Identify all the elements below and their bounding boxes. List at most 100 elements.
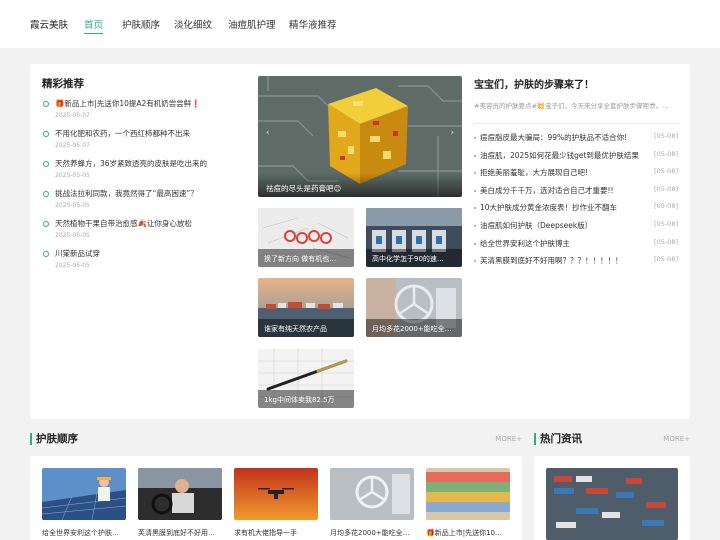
accent-bar xyxy=(30,433,32,445)
guide-list: 痘痘脂皮最大骗局：99%的护肤品不适合你! [05-08] 油痘肌，2025如何花… xyxy=(474,132,680,273)
item-title[interactable]: 给全世界安利这个护肤博主 xyxy=(480,239,570,248)
banknotes-image xyxy=(426,468,510,520)
solar-worker-image xyxy=(42,468,126,520)
bullet-icon xyxy=(43,221,49,227)
site-logo[interactable]: 霞云美肤 xyxy=(30,17,68,31)
list-item[interactable]: 给全世界安利这个护肤博主 [05-08] xyxy=(474,238,680,256)
container-port-image xyxy=(546,468,678,540)
list-item[interactable]: 10大护肤成分黄金浓度表！抄作业不翻车 [05-08] xyxy=(474,202,680,220)
item-title[interactable]: 天然养蜂方，36岁紧致透亮的皮肤是吃出来的 xyxy=(55,158,242,169)
item-title[interactable]: 挑战法拉利同款，我竟然得了“最高困速”？ xyxy=(55,188,242,199)
list-item[interactable]: 油痘肌，2025如何花最少钱get到最优护肤结果 [05-08] xyxy=(474,150,680,168)
divider xyxy=(474,123,680,124)
list-item[interactable]: 美白成分千千万，选对适合自己才重要!! [05-08] xyxy=(474,185,680,203)
section-title: 护肤顺序 xyxy=(36,433,78,445)
section-title: 热门资讯 xyxy=(540,433,582,445)
bullet-icon xyxy=(43,161,49,167)
bottom-caption[interactable]: 芙清黑膜到底好不好用… xyxy=(138,528,224,538)
section-header-hot-news: 热门资讯 MORE+ xyxy=(534,430,690,448)
list-item[interactable]: 🎁新品上市|先送你10提A2有机奶尝尝鲜❗ 2025-05-07 xyxy=(42,98,242,128)
thumb-card[interactable]: 谁家有纯天然农产品 xyxy=(258,278,354,337)
featured-title: 精彩推荐 xyxy=(42,78,84,90)
top-navigation: 霞云美肤 首页 护肤顺序 淡化细纹 油痘肌护理 精华液推荐 xyxy=(0,0,720,48)
item-date: 2025-05-07 xyxy=(55,142,90,149)
item-title[interactable]: 痘痘脂皮最大骗局：99%的护肤品不适合你! xyxy=(480,133,627,142)
bottom-caption[interactable]: 月均多花2000+能吃全… xyxy=(330,528,416,538)
nav-serum[interactable]: 精华液推荐 xyxy=(289,17,337,31)
drone-sunset-image xyxy=(234,468,318,520)
thumb-caption: 高中化学怎于90的速… xyxy=(366,249,462,267)
thumb-card[interactable]: 换了新方向 做有机也… xyxy=(258,208,354,267)
guide-title[interactable]: 宝宝们，护肤的步骤来了！ xyxy=(474,76,680,91)
list-item[interactable]: 芙清黑膜到底好不好用啊？？？！！！！！ [05-08] xyxy=(474,255,680,273)
nav-home[interactable]: 首页 xyxy=(84,17,104,34)
bottom-thumb[interactable] xyxy=(234,468,318,520)
item-date: [05-08] xyxy=(654,149,678,158)
thumb-card[interactable]: 1kg中间体卖我82.5万 xyxy=(258,349,354,408)
item-date: 2025-05-05 xyxy=(55,262,90,269)
item-date: [05-08] xyxy=(654,167,678,176)
item-title[interactable]: 10大护肤成分黄金浓度表！抄作业不翻车 xyxy=(480,203,617,212)
item-title[interactable]: 川棠新品试穿 xyxy=(55,248,242,259)
item-title[interactable]: 天然植物干果自带治愈感🍂让你身心放松 xyxy=(55,218,242,229)
bottom-caption[interactable]: 给全世界安利这个护肤… xyxy=(42,528,128,538)
thumb-caption: 月均多花2000+能吃全… xyxy=(366,319,462,337)
bottom-thumb[interactable] xyxy=(330,468,414,520)
bullet-icon xyxy=(43,251,49,257)
item-title[interactable]: 不用化肥和农药，一个西红柿都种不出来 xyxy=(55,128,242,139)
thumb-caption: 换了新方向 做有机也… xyxy=(258,249,354,267)
item-title[interactable]: 油痘肌，2025如何花最少钱get到最优护肤结果 xyxy=(480,151,639,160)
more-link[interactable]: MORE+ xyxy=(495,435,522,443)
item-title[interactable]: 🎁新品上市|先送你10提A2有机奶尝尝鲜❗ xyxy=(55,98,242,109)
thumb-card[interactable]: 高中化学怎于90的速… xyxy=(366,208,462,267)
item-title[interactable]: 拒绝美丽羞耻，大方展现自己吧! xyxy=(480,168,588,177)
item-date: 2025-05-07 xyxy=(55,112,90,119)
item-date: [05-08] xyxy=(654,219,678,228)
thumb-caption: 1kg中间体卖我82.5万 xyxy=(258,390,354,408)
list-item[interactable]: 拒绝美丽羞耻，大方展现自己吧! [05-08] xyxy=(474,167,680,185)
item-date: [05-08] xyxy=(654,184,678,193)
item-date: 2025-05-05 xyxy=(55,202,90,209)
thumb-card[interactable]: 月均多花2000+能吃全… xyxy=(366,278,462,337)
mercedes-logo-image xyxy=(330,468,414,520)
item-date: [05-08] xyxy=(654,202,678,211)
item-title[interactable]: 芙清黑膜到底好不好用啊？？？！！！！！ xyxy=(480,256,623,265)
item-date: 2025-05-05 xyxy=(55,172,90,179)
section-header-skincare-order: 护肤顺序 MORE+ xyxy=(30,430,522,448)
item-date: [05-08] xyxy=(654,237,678,246)
carousel-next-icon[interactable]: › xyxy=(450,128,454,138)
list-item[interactable]: 天然养蜂方，36岁紧致透亮的皮肤是吃出来的 2025-05-05 xyxy=(42,158,242,188)
carousel-caption: 祛痘的尽头是药膏吧😊 xyxy=(258,173,462,197)
bottom-caption[interactable]: 🎁新品上市|先送你10… xyxy=(426,528,512,538)
thumb-caption: 谁家有纯天然农产品 xyxy=(258,319,354,337)
guide-subtitle: #美容员的护肤要点#💥宝子们，今天来分享全套护肤步骤呢😎。… xyxy=(474,102,669,110)
carousel-prev-icon[interactable]: ‹ xyxy=(266,128,270,138)
accent-bar xyxy=(534,433,536,445)
item-title[interactable]: 美白成分千千万，选对适合自己才重要!! xyxy=(480,186,614,195)
hot-news-thumb[interactable] xyxy=(546,468,678,540)
list-item[interactable]: 川棠新品试穿 2025-05-05 xyxy=(42,248,242,278)
carousel-image[interactable]: ‹ › 祛痘的尽头是药膏吧😊 xyxy=(258,76,462,197)
bottom-thumb[interactable] xyxy=(138,468,222,520)
bullet-icon xyxy=(43,131,49,137)
more-link[interactable]: MORE+ xyxy=(663,435,690,443)
list-item[interactable]: 不用化肥和农药，一个西红柿都种不出来 2025-05-07 xyxy=(42,128,242,158)
nav-acne-care[interactable]: 油痘肌护理 xyxy=(228,17,276,31)
bottom-caption[interactable]: 求有机大佬指导一手 xyxy=(234,528,320,538)
item-date: 2025-05-05 xyxy=(55,232,90,239)
list-item[interactable]: 油痘肌如何护肤（Deepseek版） [05-08] xyxy=(474,220,680,238)
nav-fine-lines[interactable]: 淡化细纹 xyxy=(174,17,212,31)
bullet-icon xyxy=(43,101,49,107)
bottom-thumb[interactable] xyxy=(42,468,126,520)
bottom-thumb[interactable] xyxy=(426,468,510,520)
list-item[interactable]: 痘痘脂皮最大骗局：99%的护肤品不适合你! [05-08] xyxy=(474,132,680,150)
item-date: [05-08] xyxy=(654,132,678,140)
bullet-icon xyxy=(43,191,49,197)
nav-skincare-order[interactable]: 护肤顺序 xyxy=(122,17,160,31)
featured-list: 🎁新品上市|先送你10提A2有机奶尝尝鲜❗ 2025-05-07 不用化肥和农药… xyxy=(42,98,242,278)
list-item[interactable]: 天然植物干果自带治愈感🍂让你身心放松 2025-05-05 xyxy=(42,218,242,248)
item-title[interactable]: 油痘肌如何护肤（Deepseek版） xyxy=(480,221,592,230)
list-item[interactable]: 挑战法拉利同款，我竟然得了“最高困速”？ 2025-05-05 xyxy=(42,188,242,218)
skincare-guide: 宝宝们，护肤的步骤来了！ #美容员的护肤要点#💥宝子们，今天来分享全套护肤步骤呢… xyxy=(474,76,680,273)
driver-image xyxy=(138,468,222,520)
